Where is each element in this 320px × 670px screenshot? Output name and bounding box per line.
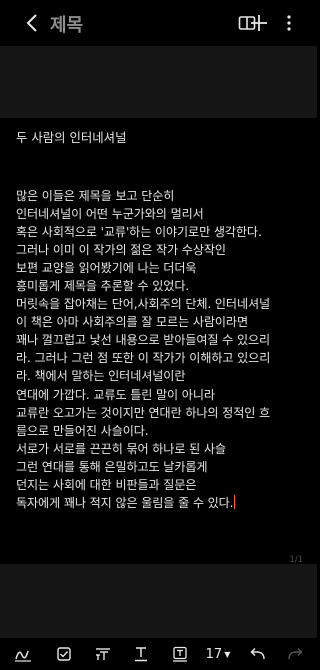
checkbox-icon[interactable] xyxy=(54,642,74,666)
body-line: 혹은 사회적으로 '교류'하는 이야기로만 생각한다. xyxy=(16,225,262,240)
body-line: 흥미롭게 제목을 추론할 수 있었다. xyxy=(16,279,190,294)
body-line-last: 독자에게 꽤나 적지 않은 울림을 줄 수 있다. xyxy=(16,494,308,512)
font-size-value: 17 xyxy=(205,646,223,662)
back-arrow-icon[interactable] xyxy=(22,12,42,34)
add-icon[interactable] xyxy=(248,12,270,34)
bottom-area xyxy=(0,564,317,638)
body-line: 이 책은 아마 사회주의를 잘 모르는 사람이라면 xyxy=(16,315,248,330)
body-line: 많은 이들은 제목을 보고 단순히 xyxy=(16,189,175,203)
dropdown-caret-icon: ▼ xyxy=(224,649,231,659)
body-line: 머릿속을 잡아채는 단어,사회주의 단체. 인터네셔널 xyxy=(16,297,271,312)
undo-icon[interactable] xyxy=(247,642,269,666)
handwriting-icon[interactable] xyxy=(12,642,34,666)
body-line-text: 독자에게 꽤나 적지 않은 울림을 줄 수 있다. xyxy=(16,495,234,510)
body-line: 서로가 서로를 끈끈히 묶어 하나로 된 사슬 xyxy=(16,441,226,456)
text-style-icon[interactable] xyxy=(92,642,114,666)
redo-icon[interactable] xyxy=(284,642,306,666)
font-size-selector[interactable]: 17 ▼ xyxy=(204,642,232,666)
underline-text-icon[interactable] xyxy=(131,642,151,666)
note-title[interactable]: 두 사람의 인터네셔널 xyxy=(16,128,126,146)
note-editor[interactable]: 두 사람의 인터네셔널 많은 이들은 제목을 보고 단순히 인터네셔널이 어떤 … xyxy=(0,118,317,565)
edit-toolbar: 17 ▼ xyxy=(0,638,317,670)
note-body[interactable]: 많은 이들은 제목을 보고 단순히 인터네셔널이 어떤 누군가와의 멀리서 혹은… xyxy=(16,187,308,512)
app-header: 제목 xyxy=(0,0,317,46)
page-title[interactable]: 제목 xyxy=(50,11,83,37)
text-cursor xyxy=(234,494,236,509)
body-line: 인터네셔널이 어떤 누군가와의 멀리서 xyxy=(16,207,204,222)
text-box-icon[interactable] xyxy=(170,642,190,666)
body-line: 연대에 가깝다. 교류도 틀린 말이 아니라 xyxy=(16,387,215,402)
body-line: 교류란 오고가는 것이지만 연대란 하나의 정적인 흐 xyxy=(16,405,271,420)
body-line: 라. 그러나 그런 점 또한 이 작가가 이해하고 있으리 xyxy=(16,351,271,366)
body-line: 던지는 사회에 대한 비판들과 질문은 xyxy=(16,477,197,492)
body-line: 름으로 만들어진 사슬이다. xyxy=(16,423,149,438)
more-vertical-icon[interactable] xyxy=(278,12,300,34)
body-line: 라. 책에서 말하는 인터네셔널이란 xyxy=(16,369,186,384)
body-line: 그런 연대를 통해 은밀하고도 날카롭게 xyxy=(16,459,208,474)
body-line: 그러나 이미 이 작가의 젊은 작가 수상작인 xyxy=(16,243,226,258)
top-banner-area xyxy=(0,46,317,118)
body-line: 보편 교양을 읽어봤기에 나는 더더욱 xyxy=(16,261,197,276)
body-line: 꽤나 껄끄럽고 낯선 내용으로 받아들여질 수 있으리 xyxy=(16,333,271,348)
